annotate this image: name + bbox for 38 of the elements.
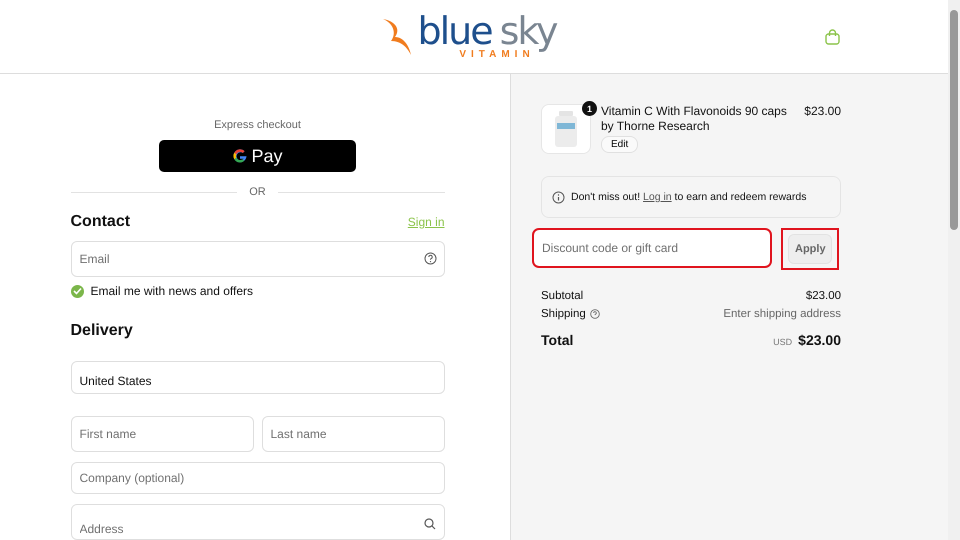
shipping-label: Shipping (541, 308, 586, 320)
address-field[interactable]: Address (70, 504, 444, 540)
logo-word: blue (417, 13, 492, 49)
checkbox-label: Email me with news and offers (90, 284, 254, 298)
log-in-link[interactable]: Log in (643, 191, 672, 203)
help-icon (424, 252, 436, 266)
subtotal-value: $23.00 (806, 290, 841, 302)
subtotal-label: Subtotal (541, 290, 584, 302)
rewards-text: Don't miss out! Log in to earn and redeem rewards (571, 191, 806, 203)
help-icon (590, 309, 600, 319)
total-label: Total (541, 332, 574, 348)
apply-button[interactable]: Apply (788, 234, 832, 264)
logo-tagline: VITAMIN (459, 49, 535, 60)
product-price: $23.00 (804, 104, 841, 118)
divider-label: OR (249, 186, 266, 198)
section-label: Express checkout (213, 119, 302, 131)
info-icon (552, 190, 565, 204)
currency-code: USD (773, 337, 792, 347)
bottle-drawing (554, 111, 578, 147)
google-pay-button[interactable]: Pay (159, 140, 356, 172)
text-field[interactable]: First name (70, 416, 254, 452)
shopping-bag-icon[interactable] (825, 29, 840, 45)
edit-button[interactable]: Edit (601, 136, 638, 153)
quantity-badge: 1 (582, 101, 597, 116)
checkbox[interactable] (70, 284, 84, 298)
total-value: $23.00 (798, 332, 841, 348)
shipping-value: Enter shipping address (723, 308, 841, 320)
section-title: Contact (70, 213, 130, 232)
section-title: Delivery (70, 322, 134, 340)
text-field[interactable]: Last name (262, 416, 444, 452)
search-icon (424, 518, 436, 530)
scrollbar[interactable] (948, 0, 960, 540)
email-field[interactable]: Email (70, 241, 444, 278)
country-select[interactable]: United States (70, 361, 444, 394)
google-g-icon (232, 148, 248, 164)
discount-field[interactable]: Discount code or gift card (533, 229, 771, 267)
product-name: Vitamin C With Flavonoids 90 caps by Thorne Research (601, 104, 788, 134)
text-field[interactable]: Company (optional) (70, 462, 444, 494)
